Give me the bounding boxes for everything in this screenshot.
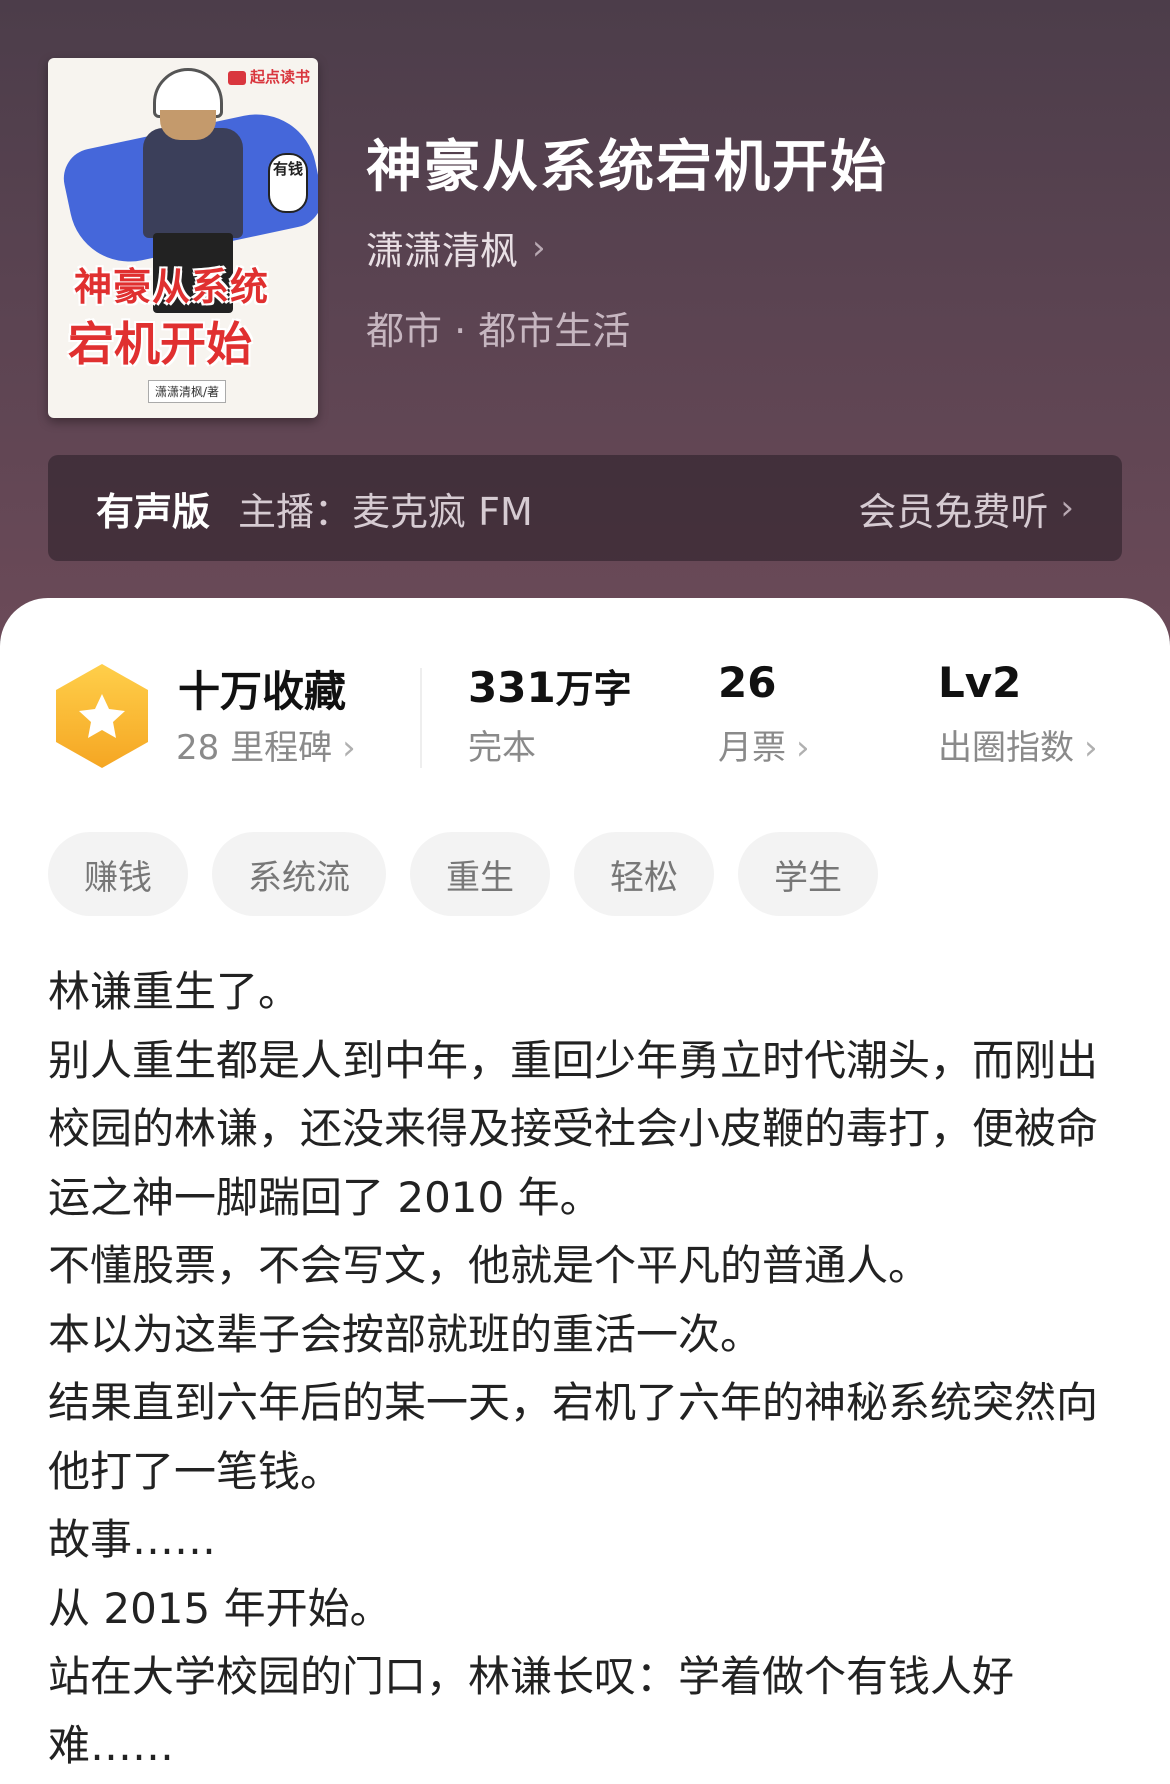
audio-label: 有声版 [96, 489, 211, 534]
milestone-label: 28 里程碑 [176, 728, 333, 768]
monthly-votes-label: 月票 [718, 728, 786, 768]
author-link[interactable]: 潇潇清枫 › [366, 220, 546, 275]
cover-badge: 有钱 [268, 153, 308, 213]
cover-figure-art [143, 128, 243, 238]
tag-chip[interactable]: 重生 [410, 832, 550, 916]
word-count: 331万字 [468, 658, 632, 713]
synopsis-paragraph: 站在大学校园的门口，林谦长叹：学着做个有钱人好难…… [48, 1652, 1015, 1770]
book-cover[interactable]: 起点读书 有钱 神豪从系统 宕机开始 潇潇清枫/著 [48, 58, 318, 418]
word-count-number: 331 [468, 663, 556, 712]
book-title: 神豪从系统宕机开始 [366, 135, 888, 200]
completion-status: 完本 [468, 728, 536, 768]
synopsis-paragraph: 本以为这辈子会按部就班的重活一次。 [48, 1309, 763, 1359]
synopsis-paragraph: 林谦重生了。 [48, 967, 301, 1016]
star-hexagon-icon [56, 664, 148, 768]
genre-label[interactable]: 都市 · 都市生活 [366, 300, 630, 355]
chevron-right-icon: › [532, 227, 546, 268]
tag-chip[interactable]: 赚钱 [48, 832, 188, 916]
level-value: Lv2 [938, 658, 1022, 707]
cover-face-art [160, 110, 216, 140]
chevron-right-icon: › [342, 728, 356, 768]
synopsis-paragraph: 别人重生都是人到中年，重回少年勇立时代潮头，而刚出校园的林谦，还没来得及接受社会… [48, 1035, 1099, 1222]
monthly-votes-link[interactable]: 月票 › [718, 720, 810, 769]
stats-divider [420, 668, 422, 768]
vip-free-listen: 会员免费听 [858, 489, 1049, 534]
stats-row: 十万收藏 28 里程碑 › 331万字 完本 26 月票 › Lv2 出圈指数 › [0, 658, 1170, 778]
synopsis-paragraph: 结果直到六年后的某一天，宕机了六年的神秘系统突然向他打了一笔钱。 [48, 1378, 1099, 1496]
monthly-votes-count: 26 [718, 658, 777, 707]
synopsis-paragraph: 故事…… [48, 1515, 217, 1564]
tag-chip[interactable]: 学生 [738, 832, 878, 916]
word-count-unit: 万字 [555, 667, 632, 711]
synopsis[interactable]: 林谦重生了。 别人重生都是人到中年，重回少年勇立时代潮头，而刚出校园的林谦，还没… [48, 958, 1128, 1780]
detail-card: 十万收藏 28 里程碑 › 331万字 完本 26 月票 › Lv2 出圈指数 › 赚… [0, 598, 1170, 1784]
synopsis-paragraph: 不懂股票，不会写文，他就是个平凡的普通人。 [48, 1241, 931, 1290]
cover-byline: 潇潇清枫/著 [148, 380, 227, 403]
cover-brand-logo: 起点读书 [227, 66, 310, 87]
favorites-count: 十万收藏 [178, 667, 347, 716]
cover-title-line2: 宕机开始 [68, 317, 252, 371]
level-label: 出圈指数 [938, 728, 1074, 768]
tag-chip[interactable]: 轻松 [574, 832, 714, 916]
audio-host: 主播：麦克疯 FM [238, 489, 533, 534]
chevron-right-icon: › [796, 728, 810, 768]
chevron-right-icon: › [1060, 488, 1074, 528]
milestone-link[interactable]: 28 里程碑 › [176, 720, 356, 769]
chevron-right-icon: › [1084, 728, 1098, 768]
tag-chip[interactable]: 系统流 [212, 832, 386, 916]
tag-list: 赚钱 系统流 重生 轻松 学生 [48, 832, 878, 916]
author-name: 潇潇清枫 [366, 229, 519, 273]
synopsis-paragraph: 从 2015 年开始。 [48, 1583, 392, 1633]
audio-version-bar[interactable]: 有声版 主播：麦克疯 FM 会员免费听 › [48, 455, 1122, 561]
cover-title-line1: 神豪从系统 [74, 265, 270, 309]
level-link[interactable]: 出圈指数 › [938, 720, 1098, 769]
